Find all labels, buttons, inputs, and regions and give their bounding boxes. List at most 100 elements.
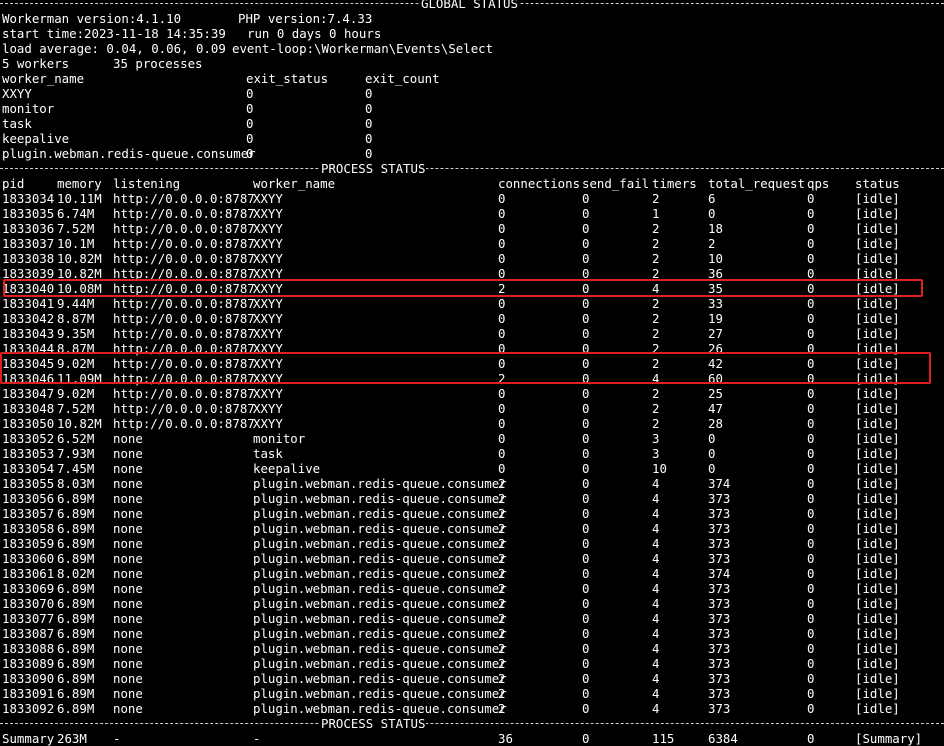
start-time: start time:2023-11-18 14:35:39	[2, 26, 226, 41]
process-connections: 0	[498, 446, 506, 461]
process-memory: 7.93M	[57, 446, 95, 461]
process-total-request: 0	[708, 431, 716, 446]
process-status: [idle]	[855, 701, 900, 716]
process-status: [idle]	[855, 326, 900, 341]
summary-worker-name: -	[253, 731, 261, 746]
summary-connections: 36	[498, 731, 513, 746]
process-connections: 2	[498, 551, 506, 566]
process-pid: 1833036	[2, 221, 55, 236]
rule-label: PROCESS STATUS	[320, 716, 427, 731]
process-send-fail: 0	[582, 641, 590, 656]
process-total-request: 373	[708, 551, 731, 566]
terminal-window[interactable]: GLOBAL STATUS Workerman version:4.1.10 PHP…	[0, 0, 944, 746]
process-qps: 0	[807, 326, 815, 341]
process-send-fail: 0	[582, 581, 590, 596]
php-version: PHP version:7.4.33	[238, 11, 373, 26]
process-send-fail: 0	[582, 296, 590, 311]
process-send-fail: 0	[582, 221, 590, 236]
process-qps: 0	[807, 311, 815, 326]
process-status: [idle]	[855, 446, 900, 461]
process-header-status: status	[855, 176, 900, 191]
process-connections: 0	[498, 236, 506, 251]
process-pid: 1833061	[2, 566, 55, 581]
process-listening: none	[113, 521, 143, 536]
highlight-box	[0, 352, 931, 384]
process-connections: 0	[498, 191, 506, 206]
exit-status: 0	[246, 131, 254, 146]
process-memory: 10.1M	[57, 236, 95, 251]
process-pid: 1833037	[2, 236, 55, 251]
process-pid: 1833042	[2, 311, 55, 326]
process-pid: 1833047	[2, 386, 55, 401]
process-timers: 2	[652, 401, 660, 416]
process-worker-name: plugin.webman.redis-queue.consumer	[253, 656, 507, 671]
process-memory: 7.52M	[57, 221, 95, 236]
exit-status: 0	[246, 116, 254, 131]
process-qps: 0	[807, 656, 815, 671]
process-connections: 2	[498, 686, 506, 701]
process-qps: 0	[807, 431, 815, 446]
process-status: [idle]	[855, 206, 900, 221]
process-worker-name: plugin.webman.redis-queue.consumer	[253, 611, 507, 626]
process-listening: http://0.0.0.0:8787	[113, 206, 255, 221]
run-time: run 0 days 0 hours	[247, 26, 382, 41]
process-worker-name: plugin.webman.redis-queue.consumer	[253, 701, 507, 716]
process-worker-name: monitor	[253, 431, 306, 446]
process-timers: 4	[652, 641, 660, 656]
process-listening: none	[113, 611, 143, 626]
process-status: [idle]	[855, 416, 900, 431]
process-worker-name: keepalive	[253, 461, 321, 476]
process-memory: 8.03M	[57, 476, 95, 491]
process-memory: 6.52M	[57, 431, 95, 446]
process-send-fail: 0	[582, 521, 590, 536]
process-memory: 6.89M	[57, 491, 95, 506]
process-listening: none	[113, 431, 143, 446]
process-connections: 2	[498, 641, 506, 656]
process-header-listening: listening	[113, 176, 181, 191]
process-pid: 1833091	[2, 686, 55, 701]
process-header-pid: pid	[2, 176, 25, 191]
process-total-request: 18	[708, 221, 723, 236]
process-send-fail: 0	[582, 476, 590, 491]
process-total-request: 373	[708, 491, 731, 506]
process-pid: 1833077	[2, 611, 55, 626]
process-send-fail: 0	[582, 596, 590, 611]
process-worker-name: XXYY	[253, 401, 283, 416]
process-timers: 2	[652, 311, 660, 326]
process-memory: 6.89M	[57, 686, 95, 701]
process-total-request: 373	[708, 596, 731, 611]
process-worker-name: XXYY	[253, 191, 283, 206]
process-memory: 6.74M	[57, 206, 95, 221]
process-pid: 1833060	[2, 551, 55, 566]
process-status: [idle]	[855, 236, 900, 251]
process-connections: 0	[498, 461, 506, 476]
process-worker-name: plugin.webman.redis-queue.consumer	[253, 596, 507, 611]
process-qps: 0	[807, 461, 815, 476]
process-listening: none	[113, 626, 143, 641]
summary-send-fail: 0	[582, 731, 590, 746]
process-memory: 10.82M	[57, 251, 102, 266]
summary-qps: 0	[807, 731, 815, 746]
process-connections: 2	[498, 656, 506, 671]
process-header-worker-name: worker_name	[253, 176, 336, 191]
process-timers: 1	[652, 206, 660, 221]
process-timers: 4	[652, 566, 660, 581]
process-qps: 0	[807, 686, 815, 701]
process-pid: 1833041	[2, 296, 55, 311]
worker-header-worker-name: worker_name	[2, 71, 85, 86]
process-status: [idle]	[855, 506, 900, 521]
process-status: [idle]	[855, 626, 900, 641]
process-listening: none	[113, 461, 143, 476]
process-send-fail: 0	[582, 686, 590, 701]
process-pid: 1833089	[2, 656, 55, 671]
process-connections: 2	[498, 476, 506, 491]
process-qps: 0	[807, 536, 815, 551]
process-listening: none	[113, 566, 143, 581]
process-qps: 0	[807, 641, 815, 656]
process-worker-name: plugin.webman.redis-queue.consumer	[253, 686, 507, 701]
process-worker-name: XXYY	[253, 236, 283, 251]
process-header-timers: timers	[652, 176, 697, 191]
process-listening: none	[113, 551, 143, 566]
process-pid: 1833035	[2, 206, 55, 221]
process-connections: 2	[498, 566, 506, 581]
